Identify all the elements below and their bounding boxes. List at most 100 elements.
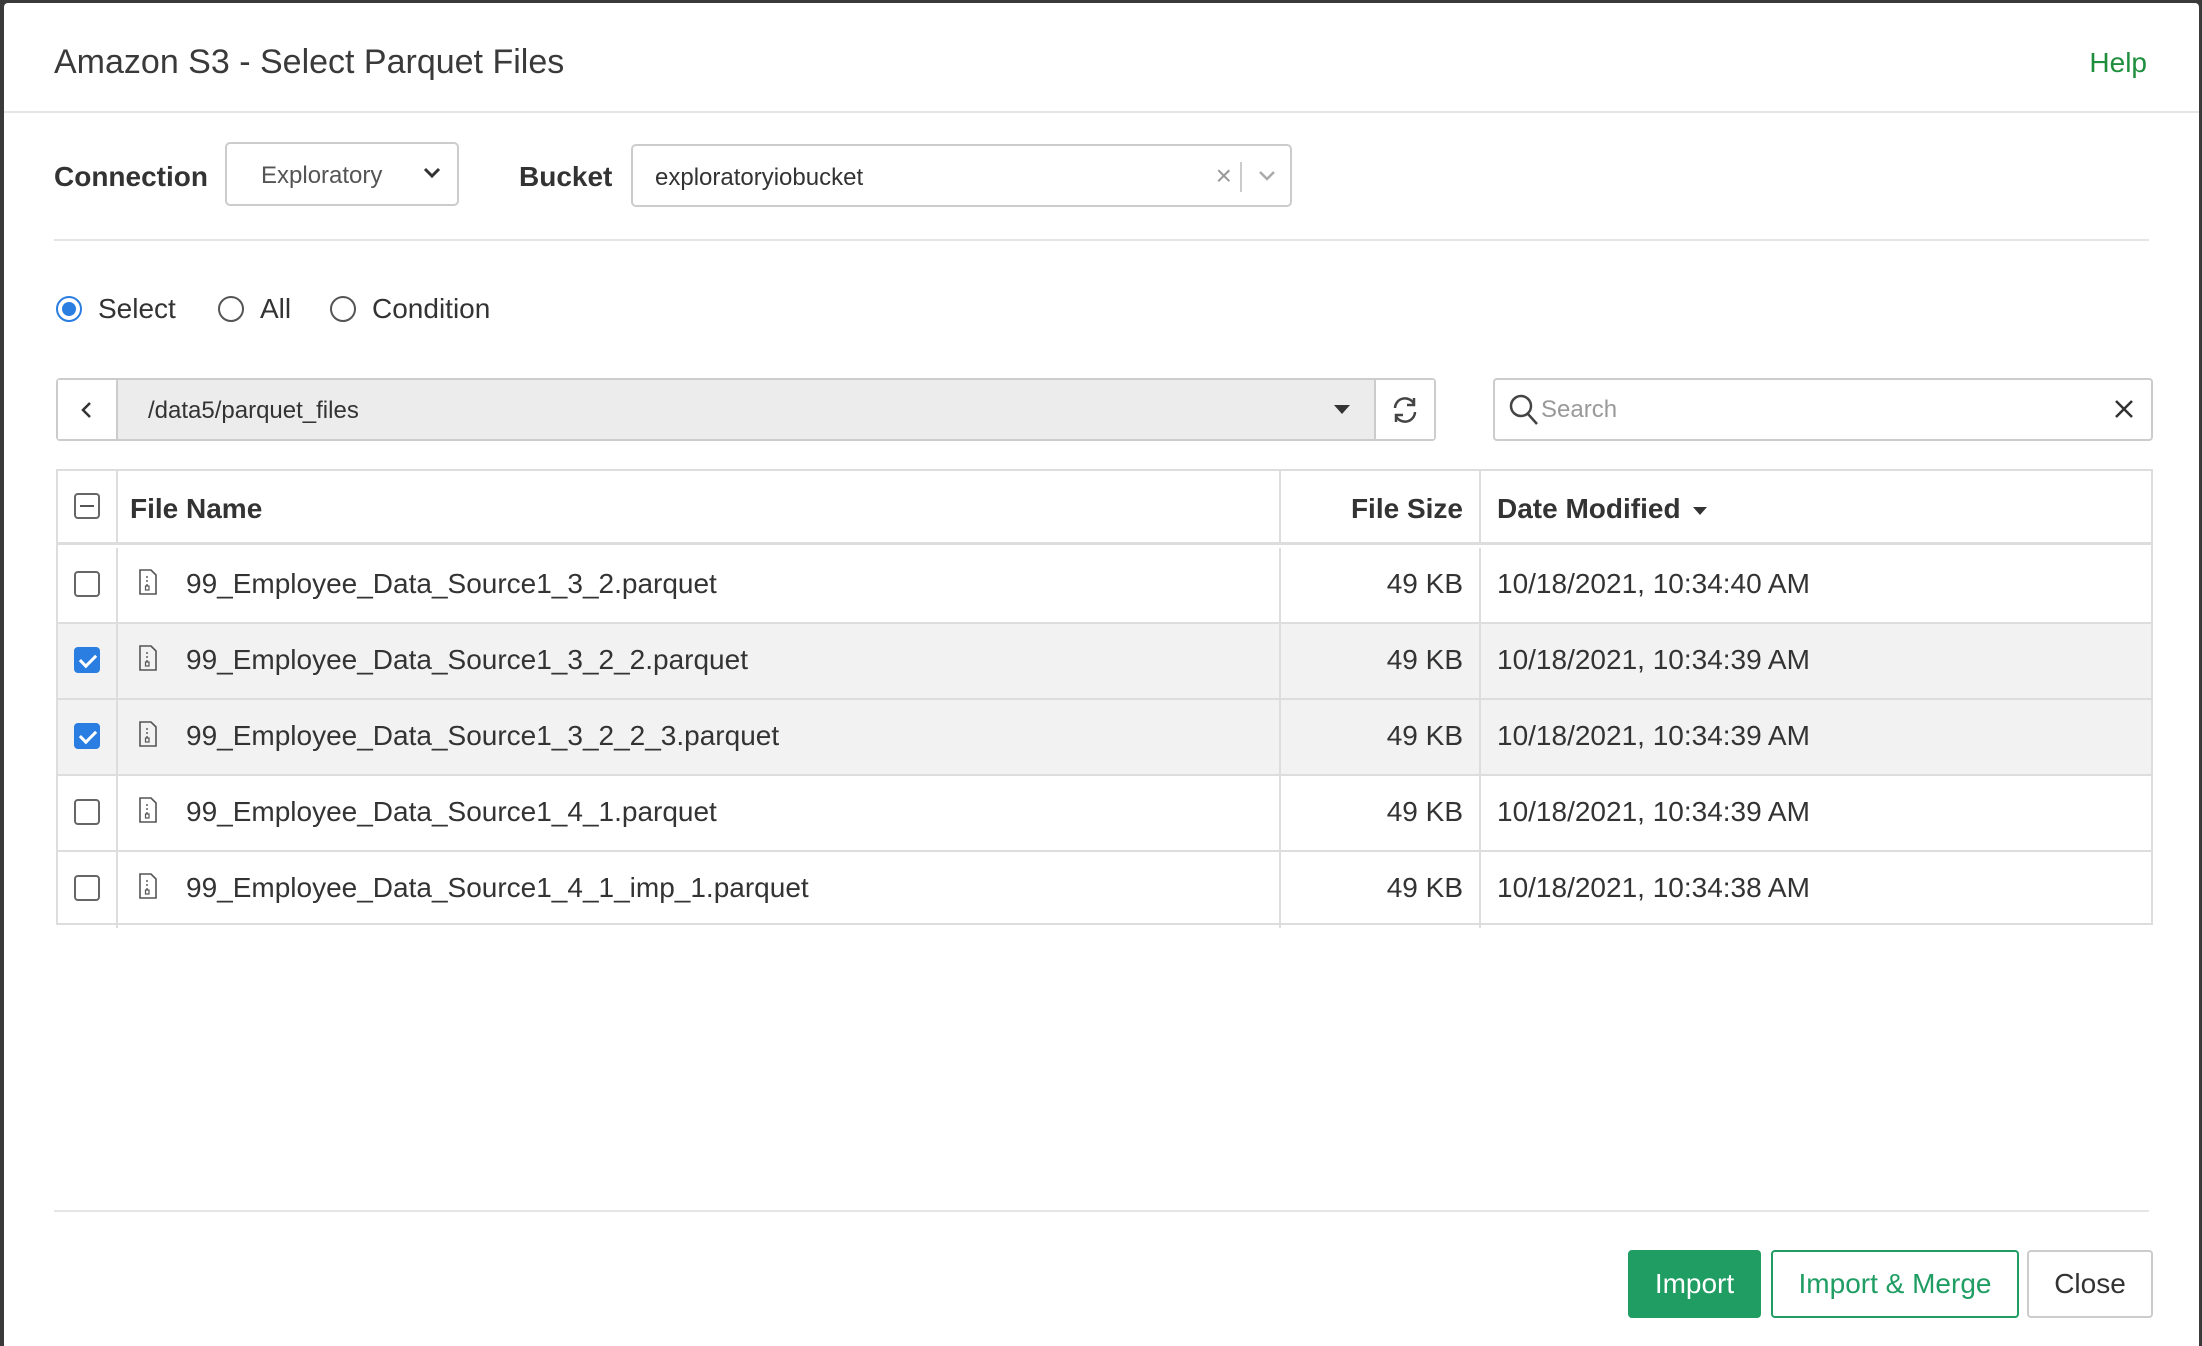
table-row[interactable]: 99_Employee_Data_Source1_3_2_2.parquet 49… (58, 624, 2151, 700)
file-name-cell[interactable]: 99_Employee_Data_Source1_3_2_2_3.parquet (118, 700, 1281, 774)
file-name: 99_Employee_Data_Source1_4_1_imp_1.parqu… (186, 872, 809, 903)
radio-select-label: Select (98, 293, 176, 324)
file-size: 49 KB (1386, 796, 1463, 827)
file-size: 49 KB (1386, 568, 1463, 599)
date-modified-cell: 10/18/2021, 10:34:38 AM (1481, 852, 2151, 928)
file-zip-icon (138, 568, 158, 601)
row-checkbox[interactable] (74, 723, 100, 749)
path-bar: /data5/parquet_files (56, 378, 1436, 441)
dialog-header: Amazon S3 - Select Parquet Files Help (4, 3, 2199, 113)
row-checkbox-cell (58, 776, 118, 850)
date-modified: 10/18/2021, 10:34:39 AM (1497, 796, 1810, 827)
file-size: 49 KB (1386, 720, 1463, 751)
file-name: 99_Employee_Data_Source1_3_2_2.parquet (186, 644, 748, 675)
row-checkbox[interactable] (74, 647, 100, 673)
refresh-icon (1393, 396, 1417, 423)
file-table: File Name File Size Date Modified 99_Emp… (56, 469, 2153, 928)
date-modified: 10/18/2021, 10:34:38 AM (1497, 872, 1810, 903)
table-row[interactable]: 99_Employee_Data_Source1_3_2.parquet 49 K… (58, 548, 2151, 624)
date-modified-cell: 10/18/2021, 10:34:39 AM (1481, 700, 2151, 774)
radio-all[interactable]: All (218, 293, 291, 325)
help-link[interactable]: Help (2089, 47, 2147, 79)
divider (54, 239, 2149, 241)
file-name: 99_Employee_Data_Source1_3_2.parquet (186, 568, 717, 599)
bucket-value: exploratoryiobucket (655, 164, 864, 191)
file-size-cell: 49 KB (1281, 776, 1481, 850)
close-button[interactable]: Close (2027, 1250, 2153, 1318)
date-modified: 10/18/2021, 10:34:40 AM (1497, 568, 1810, 599)
chevron-left-icon (81, 401, 91, 418)
import-merge-button[interactable]: Import & Merge (1771, 1250, 2019, 1318)
date-modified-cell: 10/18/2021, 10:34:39 AM (1481, 624, 2151, 698)
column-header: File Size (1350, 493, 1463, 524)
row-checkbox-cell (58, 852, 118, 928)
search-input[interactable] (1541, 392, 2081, 428)
radio-button-checked[interactable] (56, 296, 82, 322)
file-size-cell: 49 KB (1281, 700, 1481, 774)
bucket-divider (1240, 162, 1242, 192)
header-file-name[interactable]: File Name (118, 471, 1281, 542)
header-date-modified[interactable]: Date Modified (1481, 471, 2151, 542)
date-modified: 10/18/2021, 10:34:39 AM (1497, 644, 1810, 675)
row-checkbox[interactable] (74, 571, 100, 597)
file-zip-icon (138, 796, 158, 829)
import-button[interactable]: Import (1628, 1250, 1761, 1318)
connection-value: Exploratory (261, 162, 383, 189)
radio-condition[interactable]: Condition (330, 293, 490, 325)
chevron-down-icon (421, 162, 443, 191)
close-icon[interactable] (2111, 396, 2137, 427)
bucket-select[interactable]: exploratoryiobucket × (631, 144, 1292, 207)
file-name-cell[interactable]: 99_Employee_Data_Source1_4_1_imp_1.parqu… (118, 852, 1281, 928)
file-size: 49 KB (1386, 644, 1463, 675)
select-parquet-dialog: Amazon S3 - Select Parquet Files Help Co… (4, 3, 2199, 1346)
row-checkbox[interactable] (74, 875, 100, 901)
row-checkbox[interactable] (74, 799, 100, 825)
radio-condition-label: Condition (372, 293, 491, 324)
table-header: File Name File Size Date Modified (58, 471, 2151, 545)
column-header: File Name (130, 493, 263, 524)
caret-down-icon[interactable] (1334, 405, 1350, 414)
row-checkbox-cell (58, 548, 118, 622)
radio-button[interactable] (330, 296, 356, 322)
file-zip-icon (138, 872, 158, 905)
row-checkbox-cell (58, 624, 118, 698)
divider (54, 1210, 2149, 1212)
bucket-label: Bucket (519, 161, 613, 192)
path-select[interactable]: /data5/parquet_files (148, 397, 359, 425)
file-size-cell: 49 KB (1281, 624, 1481, 698)
date-modified: 10/18/2021, 10:34:39 AM (1497, 720, 1810, 751)
radio-button[interactable] (218, 296, 244, 322)
file-name: 99_Employee_Data_Source1_3_2_2_3.parquet (186, 720, 780, 751)
connection-label: Connection (54, 161, 208, 192)
file-size: 49 KB (1386, 872, 1463, 903)
search-icon (1508, 393, 1540, 432)
date-modified-cell: 10/18/2021, 10:34:39 AM (1481, 776, 2151, 850)
file-size-cell: 49 KB (1281, 548, 1481, 622)
table-row[interactable]: 99_Employee_Data_Source1_4_1.parquet 49 K… (58, 776, 2151, 852)
file-zip-icon (138, 720, 158, 753)
chevron-down-icon[interactable] (1256, 164, 1278, 191)
file-name-cell[interactable]: 99_Employee_Data_Source1_3_2.parquet (118, 548, 1281, 622)
radio-select[interactable]: Select (56, 293, 176, 325)
header-checkbox-cell (58, 471, 118, 542)
file-zip-icon (138, 644, 158, 677)
date-modified-cell: 10/18/2021, 10:34:40 AM (1481, 548, 2151, 622)
row-checkbox-cell (58, 700, 118, 774)
back-button[interactable] (58, 380, 118, 439)
dialog-title: Amazon S3 - Select Parquet Files (54, 43, 565, 81)
file-name: 99_Employee_Data_Source1_4_1.parquet (186, 796, 717, 827)
table-row[interactable]: 99_Employee_Data_Source1_4_1_imp_1.parqu… (58, 852, 2151, 928)
header-file-size[interactable]: File Size (1281, 471, 1481, 542)
column-header: Date Modified (1497, 493, 1681, 524)
select-all-checkbox[interactable] (74, 493, 100, 519)
connection-select[interactable]: Exploratory (225, 142, 459, 206)
file-name-cell[interactable]: 99_Employee_Data_Source1_3_2_2.parquet (118, 624, 1281, 698)
sort-desc-icon (1692, 506, 1707, 515)
search-box (1493, 378, 2153, 441)
file-size-cell: 49 KB (1281, 852, 1481, 928)
radio-all-label: All (260, 293, 292, 324)
file-name-cell[interactable]: 99_Employee_Data_Source1_4_1.parquet (118, 776, 1281, 850)
clear-icon[interactable]: × (1216, 160, 1232, 192)
table-row[interactable]: 99_Employee_Data_Source1_3_2_2_3.parquet… (58, 700, 2151, 776)
refresh-button[interactable] (1374, 380, 1434, 439)
